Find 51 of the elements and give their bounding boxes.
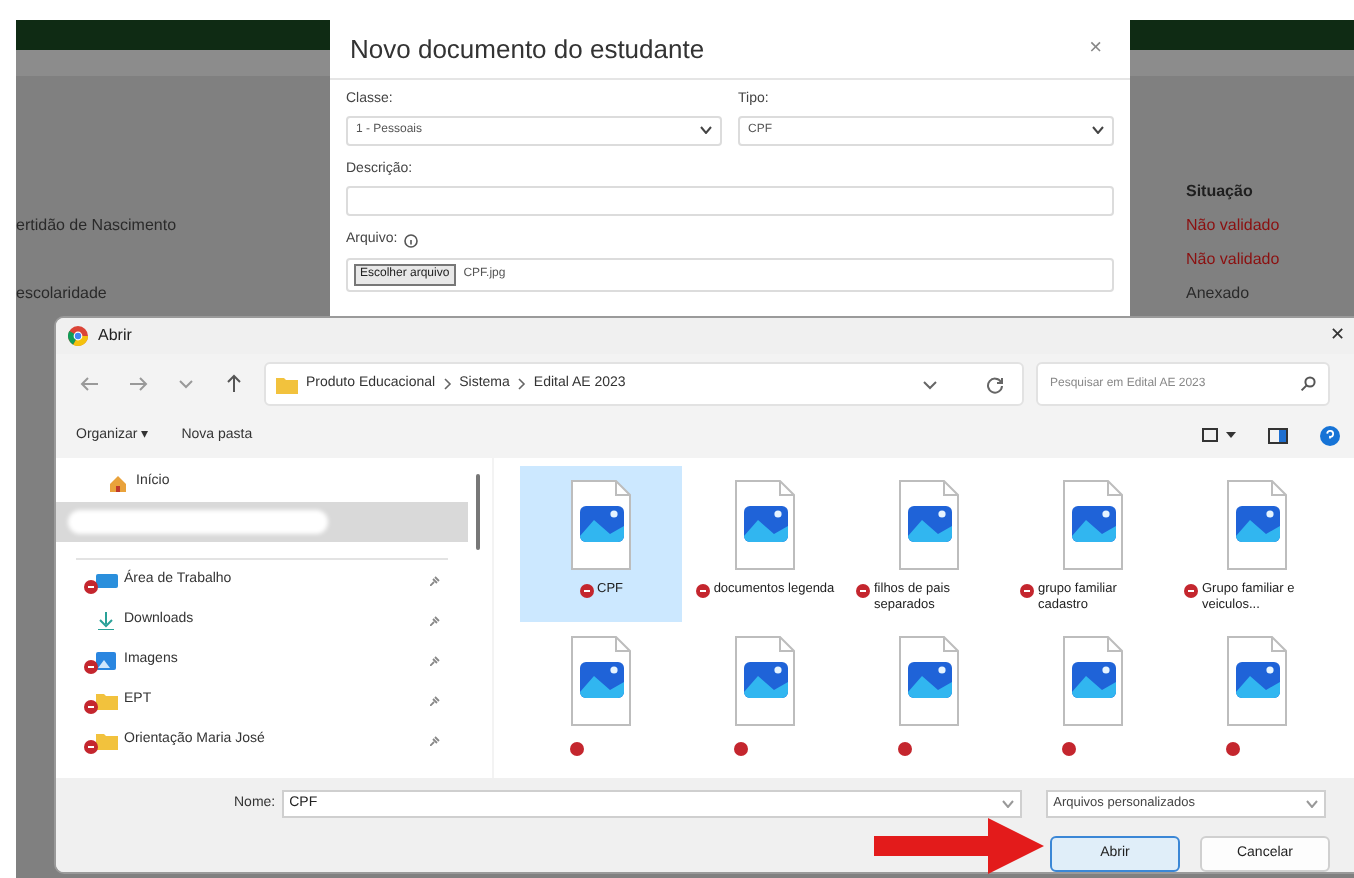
view-button[interactable]: [1202, 428, 1236, 443]
image-file-icon: [1062, 480, 1124, 570]
folder-icon: [96, 691, 118, 709]
image-file-icon: [898, 636, 960, 726]
modal-title: Novo documento do estudante: [350, 31, 705, 68]
chevron-right-icon: [443, 378, 452, 391]
status-text: Não validado: [1186, 214, 1280, 238]
document-name: ertidão de Nascimento: [16, 214, 177, 238]
search-icon: [1300, 376, 1316, 393]
info-icon: [403, 233, 418, 248]
image-file-icon: [570, 480, 632, 570]
document-name: escolaridade: [16, 282, 107, 306]
image-file-icon: [898, 480, 960, 570]
description-field[interactable]: [346, 186, 1114, 216]
chevron-down-icon: [1001, 800, 1014, 808]
status-text: Não validado: [1186, 248, 1280, 272]
chevron-down-icon: [1092, 126, 1104, 134]
help-button[interactable]: [1320, 425, 1340, 446]
image-file-icon: [1226, 636, 1288, 726]
arrow-icon: [874, 818, 1044, 874]
column-header: Situação: [1186, 180, 1253, 204]
caret-icon: [1226, 432, 1236, 439]
image-file-icon: [734, 636, 796, 726]
chevron-down-icon: [700, 126, 712, 134]
image-file-icon: [570, 636, 632, 726]
image-file-icon: [1226, 480, 1288, 570]
preview-pane-button[interactable]: [1268, 427, 1288, 444]
view-icon: [1202, 428, 1218, 443]
close-button[interactable]: ✕: [1330, 322, 1346, 350]
status-text: Anexado: [1186, 282, 1250, 306]
image-file-icon: [734, 480, 796, 570]
forward-icon: [128, 374, 148, 395]
image-file-icon: [1062, 636, 1124, 726]
chevron-down-icon: [1305, 800, 1318, 808]
browser-logo-icon: [68, 326, 88, 347]
scrollbar-thumb[interactable]: [476, 474, 480, 550]
download-icon: [96, 611, 118, 629]
desktop-icon: [96, 571, 118, 589]
up-icon: [224, 374, 244, 395]
home-icon: [108, 473, 130, 491]
help-icon: [1320, 425, 1340, 446]
back-icon: [80, 374, 100, 395]
close-button[interactable]: ×: [1081, 32, 1110, 66]
folder-icon: [276, 375, 298, 394]
chevron-right-icon: [517, 378, 526, 391]
pictures-icon: [96, 651, 118, 669]
chevron-down-icon: [922, 379, 938, 390]
refresh-icon: [986, 375, 1004, 394]
pane-icon: [1268, 427, 1288, 444]
folder-icon: [96, 731, 118, 749]
dialog-title: Abrir: [98, 324, 132, 349]
